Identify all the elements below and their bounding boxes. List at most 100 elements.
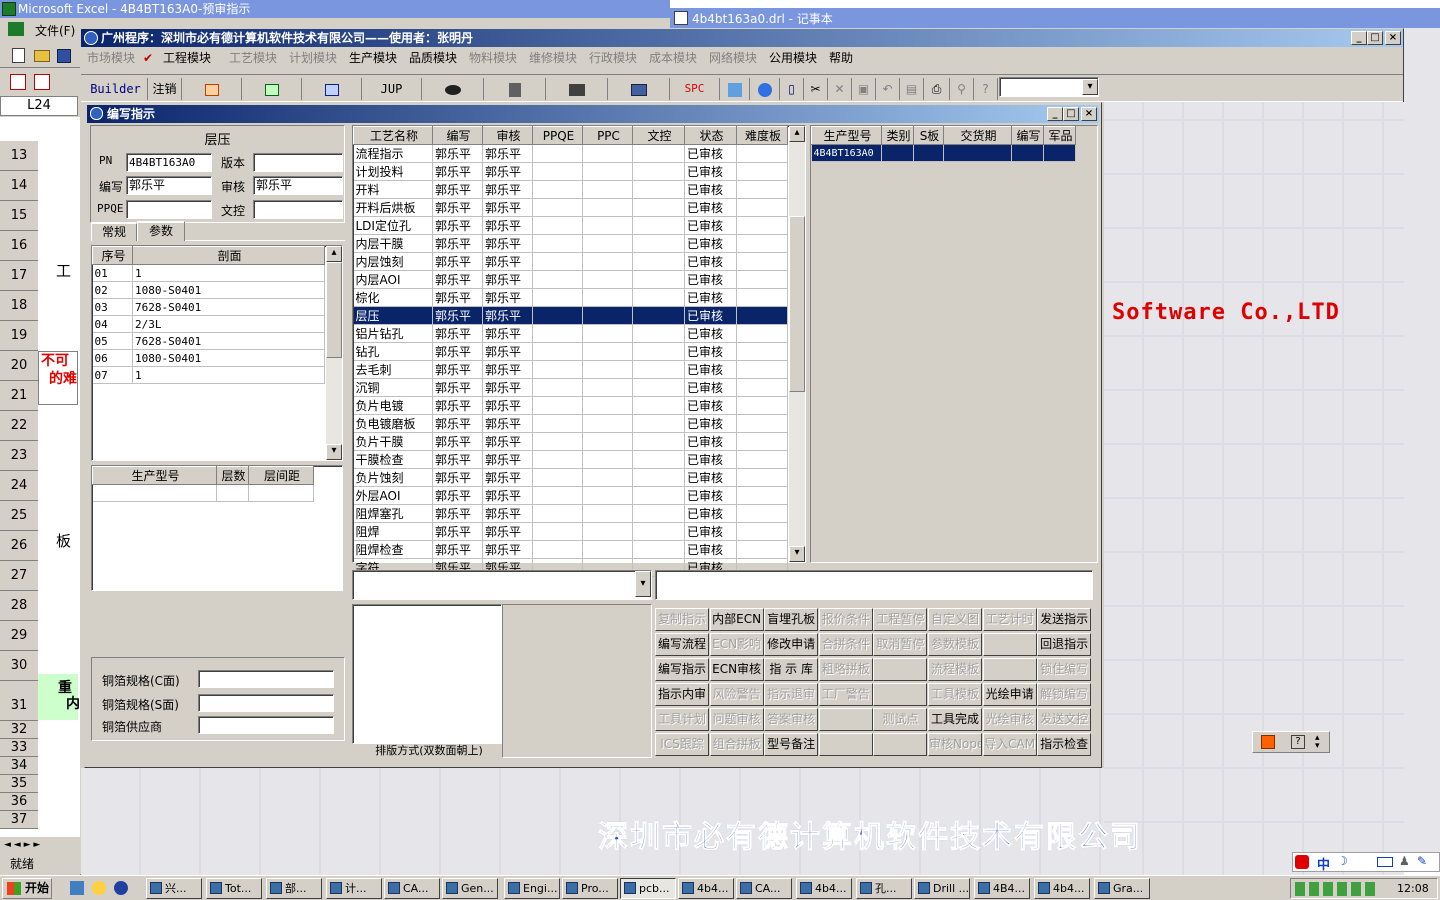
- action-button[interactable]: 合拼条件: [818, 633, 873, 656]
- process-cell[interactable]: [736, 162, 788, 181]
- process-cell[interactable]: 郭乐平: [482, 198, 533, 217]
- process-cell[interactable]: [532, 414, 583, 433]
- foil-s-field[interactable]: [198, 694, 334, 712]
- process-cell[interactable]: 计划投料: [353, 162, 433, 181]
- process-cell[interactable]: 已审核: [684, 360, 737, 379]
- process-cell[interactable]: [532, 270, 583, 289]
- process-cell[interactable]: [736, 450, 788, 469]
- app-icon[interactable]: [84, 31, 98, 45]
- action-button[interactable]: 自定义图: [928, 608, 982, 631]
- action-button[interactable]: 工程暂停: [873, 608, 928, 631]
- process-cell[interactable]: 已审核: [684, 540, 737, 559]
- process-cell[interactable]: [582, 216, 633, 235]
- row-header[interactable]: 17: [0, 261, 38, 291]
- process-cell[interactable]: [582, 540, 633, 559]
- process-cell[interactable]: 阻焊检查: [353, 540, 433, 559]
- process-row[interactable]: 沉铜 郭乐平 郭乐平 已审核: [353, 378, 788, 397]
- clock[interactable]: 12:08: [1397, 882, 1429, 895]
- process-cell[interactable]: [632, 450, 685, 469]
- process-cell[interactable]: 郭乐平: [482, 216, 533, 235]
- ime-language[interactable]: 中: [1317, 854, 1330, 873]
- quicklaunch-desktop-icon[interactable]: [70, 881, 84, 895]
- row-header[interactable]: 21: [0, 381, 38, 411]
- quicklaunch-clock-icon[interactable]: [92, 881, 106, 895]
- process-cell[interactable]: [736, 216, 788, 235]
- new-doc-button[interactable]: ▯: [780, 78, 804, 100]
- chevron-down-icon[interactable]: ▾: [1082, 79, 1098, 95]
- excel-button[interactable]: [242, 78, 302, 100]
- process-cell[interactable]: [736, 414, 788, 433]
- close-button[interactable]: ×: [1385, 31, 1401, 45]
- delete-button[interactable]: ✕: [828, 78, 852, 100]
- scroll-down-icon[interactable]: ▾: [326, 444, 342, 460]
- col-doc-control[interactable]: 文控: [632, 126, 685, 145]
- process-cell[interactable]: 已审核: [684, 432, 737, 451]
- process-cell[interactable]: [532, 234, 583, 253]
- layer-scrollbar[interactable]: ▴ ▾: [326, 246, 342, 460]
- process-cell[interactable]: 已审核: [684, 198, 737, 217]
- process-cell[interactable]: [736, 198, 788, 217]
- prod-cell[interactable]: [92, 484, 217, 502]
- col-category[interactable]: 类别: [881, 126, 914, 145]
- col-ppc[interactable]: PPC: [582, 126, 633, 145]
- action-button[interactable]: 粗略拼板: [818, 658, 873, 681]
- action-button[interactable]: [982, 633, 1037, 656]
- process-cell[interactable]: 开料后烘板: [353, 198, 433, 217]
- action-button[interactable]: [873, 658, 928, 681]
- layer-row[interactable]: 03 7628-S0401: [92, 298, 325, 316]
- process-cell[interactable]: [582, 270, 633, 289]
- action-button[interactable]: ECN影响: [709, 633, 764, 656]
- process-cell[interactable]: 郭乐平: [482, 522, 533, 541]
- process-cell[interactable]: [532, 198, 583, 217]
- col-delivery[interactable]: 交货期: [943, 126, 1012, 145]
- action-button[interactable]: 参数模板: [928, 633, 982, 656]
- process-cell[interactable]: [532, 342, 583, 361]
- action-button[interactable]: 报价条件: [818, 608, 873, 631]
- process-cell[interactable]: 已审核: [684, 288, 737, 307]
- process-cell[interactable]: 郭乐平: [432, 522, 483, 541]
- process-cell[interactable]: 郭乐平: [432, 396, 483, 415]
- layer-section-cell[interactable]: 7628-S0401: [132, 298, 325, 316]
- help-icon[interactable]: ?: [1291, 735, 1305, 749]
- scroll-down-icon[interactable]: ▾: [789, 546, 805, 562]
- process-row[interactable]: 内层AOI 郭乐平 郭乐平 已审核: [353, 270, 788, 289]
- process-cell[interactable]: [532, 180, 583, 199]
- action-button[interactable]: ECN审核: [709, 658, 764, 681]
- foil-c-field[interactable]: [198, 670, 334, 688]
- process-cell[interactable]: [582, 198, 633, 217]
- menu-admin[interactable]: 行政模块: [589, 48, 637, 68]
- action-button[interactable]: 复制指示: [655, 608, 709, 631]
- action-button[interactable]: 问题审核: [709, 708, 764, 731]
- process-cell[interactable]: 已审核: [684, 306, 737, 325]
- row-header[interactable]: 35: [0, 775, 38, 793]
- order-cell[interactable]: [881, 144, 914, 162]
- taskbar-item[interactable]: 4b4...: [678, 878, 734, 899]
- action-button[interactable]: 编写指示: [655, 658, 709, 681]
- process-cell[interactable]: 负片电镀: [353, 396, 433, 415]
- process-cell[interactable]: 郭乐平: [482, 432, 533, 451]
- process-cell[interactable]: [632, 342, 685, 361]
- action-button[interactable]: 工具计划: [655, 708, 709, 731]
- process-cell[interactable]: [532, 486, 583, 505]
- process-row[interactable]: 内层干膜 郭乐平 郭乐平 已审核: [353, 234, 788, 253]
- layer-row[interactable]: 02 1080-S0401: [92, 281, 325, 299]
- row-header[interactable]: 25: [0, 501, 38, 531]
- menu-engineering[interactable]: 工程模块: [163, 48, 211, 68]
- prod-cell[interactable]: [248, 484, 314, 502]
- row-header[interactable]: 20: [0, 351, 38, 381]
- taskbar-item[interactable]: Gra...: [1094, 878, 1150, 899]
- process-cell[interactable]: [736, 324, 788, 343]
- process-cell[interactable]: [582, 252, 633, 271]
- process-row[interactable]: 阻焊 郭乐平 郭乐平 已审核: [353, 522, 788, 541]
- action-button[interactable]: [818, 733, 873, 756]
- eye-button[interactable]: [422, 78, 484, 100]
- process-cell[interactable]: [736, 522, 788, 541]
- scroll-up-icon[interactable]: ▴: [326, 246, 342, 262]
- process-cell[interactable]: 郭乐平: [432, 144, 483, 163]
- new-file-icon[interactable]: [12, 48, 25, 63]
- process-cell[interactable]: [632, 504, 685, 523]
- process-cell[interactable]: 郭乐平: [432, 486, 483, 505]
- process-cell[interactable]: 郭乐平: [432, 540, 483, 559]
- process-cell[interactable]: [532, 540, 583, 559]
- process-cell[interactable]: 已审核: [684, 162, 737, 181]
